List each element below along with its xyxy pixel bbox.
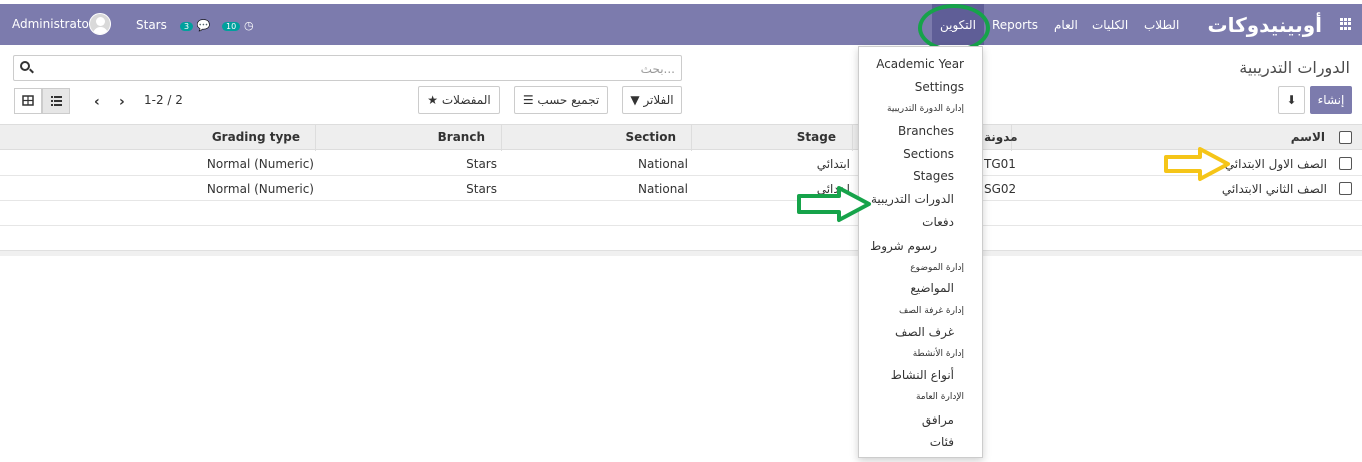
chat-icon: 💬 [196,19,211,32]
column-divider [501,125,502,151]
top-navbar: أوبينيدوكات الطلاب الكليات العام Reports… [0,4,1362,52]
cell-stage: ابتدائي [816,157,850,171]
search-placeholder: بحث... [640,62,675,76]
pager-previous-icon[interactable]: ‹ [94,94,100,110]
annotation-yellow-arrow [1164,147,1230,181]
list-view-button[interactable] [42,88,70,114]
column-divider [691,125,692,151]
menu-header-course-management: إدارة الدورة التدريبية [887,104,964,114]
menu-item-settings[interactable]: Settings [915,80,964,94]
cell-branch: Stars [466,182,497,196]
breadcrumb: الدورات التدريبية [1239,58,1350,77]
cell-grading: Normal (Numeric) [206,182,314,196]
menu-general[interactable]: العام [1054,18,1078,32]
header-grading[interactable]: Grading type [212,130,300,144]
cell-code: TG01 [984,157,1016,171]
menu-header-activity-management: إدارة الأنشطة [912,349,964,359]
cell-section: National [637,157,688,171]
download-icon: ⬇ [1286,93,1297,107]
header-name[interactable]: الاسم [1291,130,1325,144]
row-checkbox[interactable] [1339,182,1352,195]
list-footer [0,250,1362,256]
create-button[interactable]: إنشاء [1310,86,1352,114]
header-code[interactable]: مدونة [984,130,1018,144]
menu-item-activity-types[interactable]: أنواع النشاط [891,368,954,382]
cell-branch: Stars [466,157,497,171]
list-header: الاسم مدونة Stage Section Branch Grading… [0,124,1362,151]
activities-badge: 10 [222,22,241,31]
cell-grading: Normal (Numeric) [206,157,314,171]
empty-row [0,226,1362,251]
avatar[interactable] [89,13,111,35]
table-row[interactable]: الصف الاول الابتدائي TG01 ابتدائي Nation… [0,151,1362,176]
menu-item-academic-year[interactable]: Academic Year [876,57,964,71]
menu-item-categories[interactable]: فئات [930,435,954,449]
menu-reports[interactable]: Reports [992,18,1038,32]
menu-item-branches[interactable]: Branches [898,124,954,138]
menu-item-batches[interactable]: دفعات [922,215,954,229]
column-divider [315,125,316,151]
star-icon: ★ [427,93,439,107]
table-row[interactable]: الصف الثاني الابتدائي SG02 ابتدائي Natio… [0,176,1362,201]
grid-icon [22,95,34,106]
menu-header-classroom-management: إدارة غرفة الصف [899,306,964,316]
header-branch[interactable]: Branch [438,130,485,144]
empty-row [0,201,1362,226]
kanban-view-button[interactable] [14,88,42,114]
search-input[interactable]: بحث... [13,55,682,81]
messages-systray[interactable]: 3 💬 [180,18,211,33]
cell-name: الصف الاول الابتدائي [1224,157,1327,171]
cell-code: SG02 [984,182,1017,196]
filters-button[interactable]: ▼ الفلاتر [622,86,682,114]
pager-next-icon[interactable]: › [119,94,125,110]
download-button[interactable]: ⬇ [1278,86,1305,114]
annotation-green-arrow [797,186,871,222]
favorites-label: المفضلات [441,93,491,107]
menu-item-fees-terms[interactable]: رسوم شروط [870,239,937,253]
menu-header-subject-management: إدارة الموضوع [910,263,964,273]
groupby-label: تجميع حسب [537,93,600,107]
filter-icon: ▼ [630,93,640,107]
menu-item-sections[interactable]: Sections [903,147,954,161]
row-checkbox[interactable] [1339,157,1352,170]
brand-title: أوبينيدوكات [1207,13,1322,37]
pager-value[interactable]: 1-2 / 2 [144,93,183,107]
select-all-checkbox[interactable] [1339,131,1352,144]
list-icon: ☰ [522,93,534,107]
menu-item-subjects[interactable]: المواضيع [910,281,954,295]
company-switcher[interactable]: Stars [136,18,167,32]
menu-item-classrooms[interactable]: غرف الصف [895,325,954,339]
menu-item-stages[interactable]: Stages [913,169,954,183]
apps-grid-icon[interactable] [1340,18,1352,30]
groupby-button[interactable]: ☰ تجميع حسب [514,86,608,114]
activities-systray[interactable]: 10 ◷ [222,18,254,33]
menu-students[interactable]: الطلاب [1144,18,1179,32]
cell-section: National [637,182,688,196]
messages-badge: 3 [180,22,194,31]
clock-icon: ◷ [244,19,254,32]
menu-item-facilities[interactable]: مرافق [922,413,954,427]
column-divider [852,125,853,151]
user-name[interactable]: Administrator [12,17,94,31]
menu-faculties[interactable]: الكليات [1092,18,1128,32]
menu-header-general-management: الإدارة العامة [915,392,964,402]
header-stage[interactable]: Stage [797,130,836,144]
filters-label: الفلاتر [643,93,674,107]
list-icon [51,96,62,106]
annotation-green-circle [918,4,990,52]
header-section[interactable]: Section [625,130,676,144]
favorites-button[interactable]: ★ المفضلات [418,86,500,114]
search-icon [20,61,30,71]
menu-item-courses[interactable]: الدورات التدريبية [871,192,954,206]
configuration-dropdown: Academic Year Settings إدارة الدورة التد… [858,46,983,458]
cell-name: الصف الثاني الابتدائي [1221,182,1327,196]
